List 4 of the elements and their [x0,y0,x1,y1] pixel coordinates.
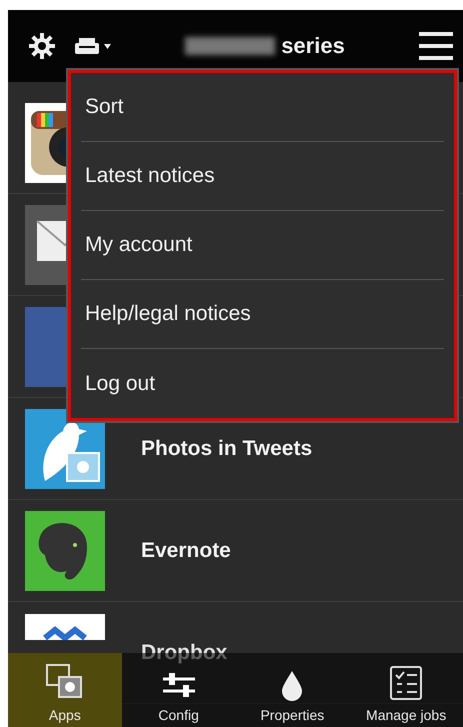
app-name: Dropbox [141,640,228,664]
app-name: Photos in Tweets [141,436,312,460]
app-name: Evernote [141,538,231,562]
printer-title: series [281,33,345,59]
